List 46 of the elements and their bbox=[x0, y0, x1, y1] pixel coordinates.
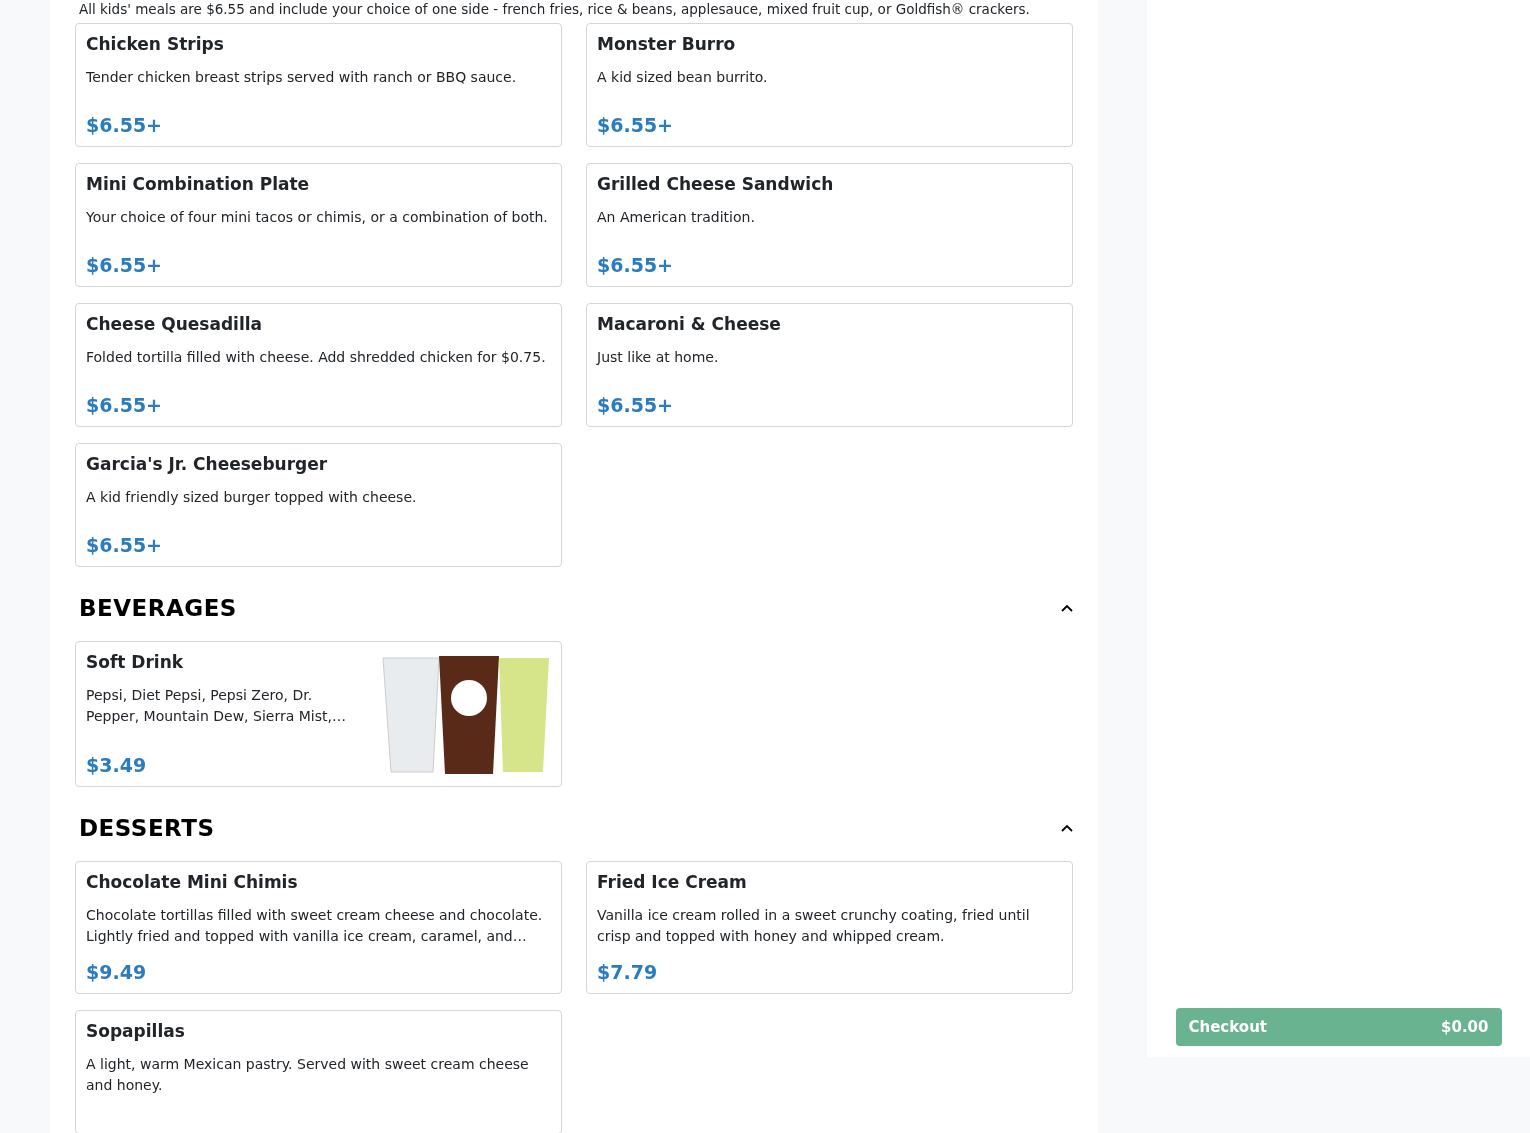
menu-item-card[interactable]: Cheese Quesadilla Folded tortilla filled with cheese. Add shredded chicken for $0.75. $6.55+ bbox=[75, 303, 562, 427]
item-description: Your choice of four mini tacos or chimis, or a combination of both. bbox=[86, 208, 549, 227]
item-name: Garcia's Jr. Cheeseburger bbox=[86, 454, 329, 474]
menu-item-card[interactable]: Chocolate Mini Chimis Chocolate tortillas filled with sweet cream cheese and chocolate. Lightly fried and topped with vanilla ice cream, caramel, and… $9.49 bbox=[75, 861, 562, 994]
item-description: A kid friendly sized burger topped with cheese. bbox=[86, 488, 418, 507]
item-description: Pepsi, Diet Pepsi, Pepsi Zero, Dr. Pepper, Mountain Dew, Sierra Mist,… bbox=[86, 686, 347, 726]
item-price: $3.49 bbox=[86, 753, 148, 776]
intro-text: All kids' meals are $6.55 and include your choice of one side - french fries, rice & beans, applesauce, mixed fruit cup, or Goldfish® crackers. bbox=[79, 1, 1031, 17]
menu-item-card[interactable]: Grilled Cheese Sandwich An American tradition. $6.55+ bbox=[586, 163, 1073, 287]
item-name: Sopapillas bbox=[86, 1021, 186, 1041]
section-title: DESSERTS bbox=[79, 815, 215, 841]
item-name: Mini Combination Plate bbox=[86, 174, 311, 194]
item-name: Cheese Quesadilla bbox=[86, 314, 263, 334]
section-title: BEVERAGES bbox=[79, 595, 237, 621]
menu-item-card[interactable]: Chicken Strips Tender chicken breast strips served with ranch or BBQ sauce. $6.55+ bbox=[75, 23, 562, 147]
item-description: Chocolate tortillas filled with sweet cream cheese and chocolate. Lightly fried and topped with vanilla ice cream, caramel, and… bbox=[86, 906, 544, 946]
item-price: $6.55+ bbox=[86, 533, 164, 556]
item-name: Chocolate Mini Chimis bbox=[86, 872, 299, 892]
item-name: Macaroni & Cheese bbox=[597, 314, 782, 334]
menu-item-card[interactable]: Sopapillas A light, warm Mexican pastry. Served with sweet cream cheese and honey. bbox=[75, 1010, 562, 1133]
item-description: Vanilla ice cream rolled in a sweet crunchy coating, fried until crisp and topped with honey and whipped cream. bbox=[597, 906, 1031, 946]
item-name: Soft Drink bbox=[86, 652, 185, 672]
item-price: $6.55+ bbox=[86, 253, 164, 276]
menu-item-card[interactable]: Mini Combination Plate Your choice of four mini tacos or chimis, or a combination of both. $6.55+ bbox=[75, 163, 562, 287]
item-name: Chicken Strips bbox=[86, 34, 225, 54]
item-price: $6.55+ bbox=[597, 113, 675, 136]
menu-item-card[interactable]: Monster Burro A kid sized bean burrito. $6.55+ bbox=[586, 23, 1073, 147]
item-price: $6.55+ bbox=[597, 253, 675, 276]
item-price: $6.55+ bbox=[86, 393, 164, 416]
item-price: $6.55+ bbox=[597, 393, 675, 416]
item-name: Grilled Cheese Sandwich bbox=[597, 174, 835, 194]
item-description: Tender chicken breast strips served with ranch or BBQ sauce. bbox=[86, 68, 518, 87]
item-name: Monster Burro bbox=[597, 34, 737, 54]
item-price: $6.55+ bbox=[86, 113, 164, 136]
menu-item-card[interactable]: Macaroni & Cheese Just like at home. $6.55+ bbox=[586, 303, 1073, 427]
item-description: Just like at home. bbox=[597, 348, 720, 367]
menu-item-card[interactable]: Soft Drink Pepsi, Diet Pepsi, Pepsi Zero, Dr. Pepper, Mountain Dew, Sierra Mist,… $3.49 bbox=[75, 641, 562, 787]
item-description: A kid sized bean burrito. bbox=[597, 68, 769, 87]
item-price: $7.79 bbox=[597, 960, 659, 983]
item-description: A light, warm Mexican pastry. Served with sweet cream cheese and honey. bbox=[86, 1055, 530, 1095]
menu-item-card[interactable]: Fried Ice Cream Vanilla ice cream rolled in a sweet crunchy coating, fried until crisp and topped with honey and whipped cream. $7.79 bbox=[586, 861, 1073, 994]
item-description: Folded tortilla filled with cheese. Add shredded chicken for $0.75. bbox=[86, 348, 547, 367]
item-name: Fried Ice Cream bbox=[597, 872, 748, 892]
item-price: $9.49 bbox=[86, 960, 148, 983]
item-description: An American tradition. bbox=[597, 208, 756, 227]
menu-item-card[interactable]: Garcia's Jr. Cheeseburger A kid friendly sized burger topped with cheese. $6.55+ bbox=[75, 443, 562, 567]
